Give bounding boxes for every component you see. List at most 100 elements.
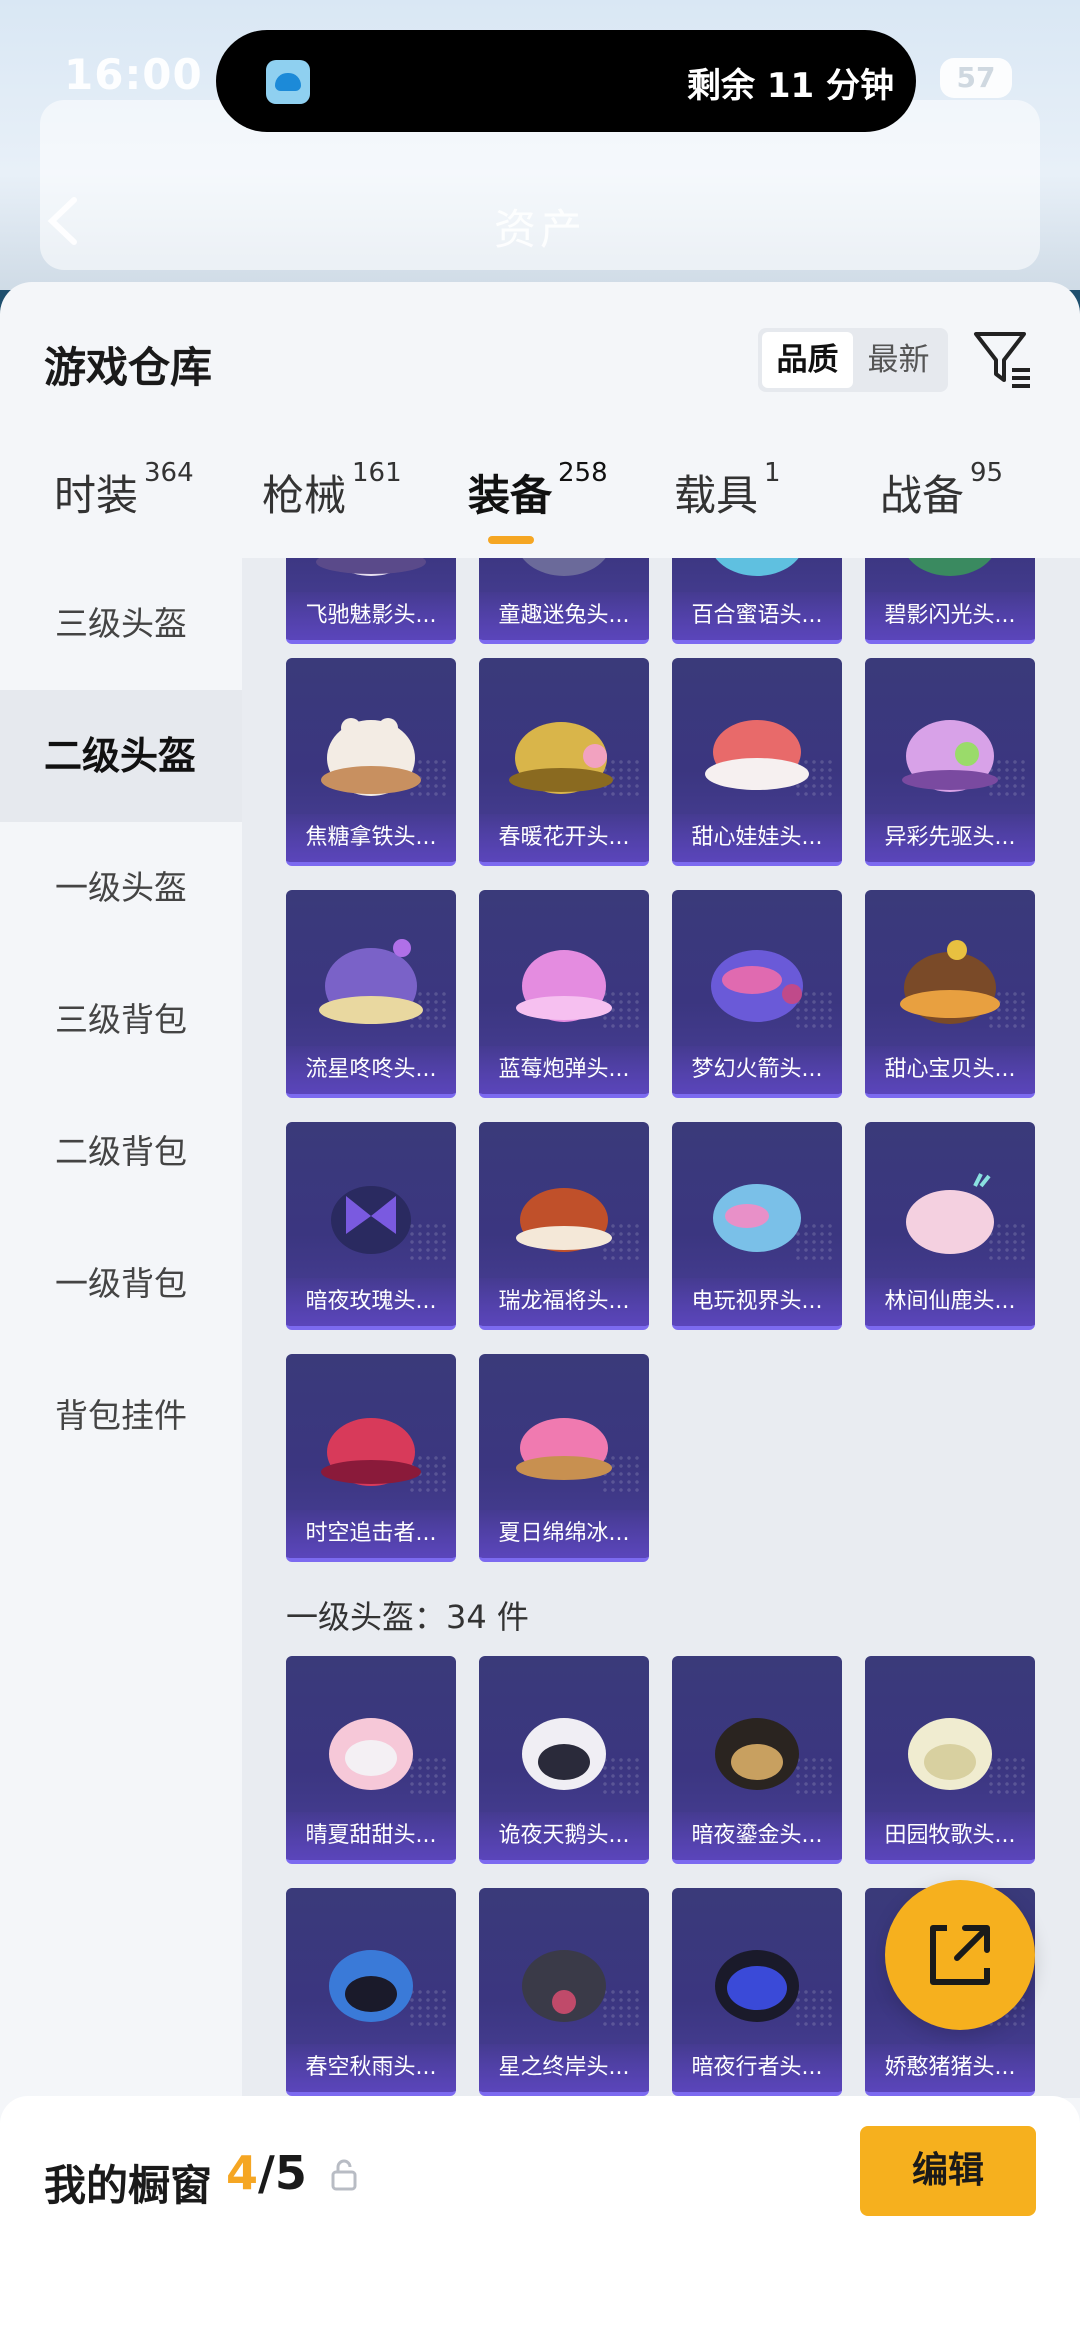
item-card[interactable]: 甜心娃娃头... bbox=[672, 658, 842, 866]
sidebar-item-level1-backpack[interactable]: 一级背包 bbox=[0, 1218, 242, 1350]
item-name: 春暖花开头... bbox=[479, 814, 649, 862]
item-card[interactable]: 异彩先驱头... bbox=[865, 658, 1035, 866]
edit-button[interactable]: 编辑 bbox=[860, 2126, 1036, 2216]
helmet-icon bbox=[908, 558, 992, 576]
tab-count: 95 bbox=[970, 458, 1004, 488]
item-card[interactable]: 蓝莓炮弹头... bbox=[479, 890, 649, 1098]
item-card[interactable]: 诡夜天鹅头... bbox=[479, 1656, 649, 1864]
sidebar-item-backpack-pendant[interactable]: 背包挂件 bbox=[0, 1350, 242, 1482]
helmet-icon bbox=[715, 1950, 799, 2022]
item-card[interactable]: 碧影闪光头... bbox=[865, 558, 1035, 644]
item-card[interactable]: 星之终岸头... bbox=[479, 1888, 649, 2096]
showcase-label: 我的橱窗 bbox=[44, 2161, 213, 2210]
item-card[interactable]: 梦幻火箭头... bbox=[672, 890, 842, 1098]
island-timer: 剩余 11 分钟 bbox=[687, 66, 894, 106]
item-card[interactable]: 暗夜鎏金头... bbox=[672, 1656, 842, 1864]
item-name: 夏日绵绵冰... bbox=[479, 1510, 649, 1558]
item-name: 蓝莓炮弹头... bbox=[479, 1046, 649, 1094]
item-name: 梦幻火箭头... bbox=[672, 1046, 842, 1094]
showcase-bar: 我的橱窗 4/5 编辑 bbox=[0, 2096, 1080, 2341]
tab-fashion[interactable]: 时装 364 bbox=[54, 458, 194, 558]
sort-toggle: 品质 最新 bbox=[758, 328, 948, 392]
helmet-icon bbox=[900, 940, 1000, 1024]
helmet-icon bbox=[522, 558, 606, 576]
item-card[interactable]: 暗夜行者头... bbox=[672, 1888, 842, 2096]
item-card[interactable]: 焦糖拿铁头... bbox=[286, 658, 456, 866]
item-card[interactable]: 春空秋雨头... bbox=[286, 1888, 456, 2096]
item-card[interactable]: 春暖花开头... bbox=[479, 658, 649, 866]
helmet-icon bbox=[321, 718, 421, 796]
tab-equipment[interactable]: 装备 258 bbox=[468, 458, 608, 558]
sidebar-item-level3-backpack[interactable]: 三级背包 bbox=[0, 954, 242, 1086]
sidebar-item-level2-backpack[interactable]: 二级背包 bbox=[0, 1086, 242, 1218]
helmet-icon bbox=[908, 1718, 992, 1790]
helmet-icon bbox=[522, 1950, 606, 2022]
showcase-count-total: /5 bbox=[258, 2146, 307, 2200]
item-name: 瑞龙福将头... bbox=[479, 1278, 649, 1326]
helmet-icon bbox=[316, 558, 426, 576]
helmet-icon bbox=[715, 1718, 799, 1790]
helmet-icon bbox=[715, 558, 799, 576]
status-time: 16:00 bbox=[64, 50, 203, 99]
item-name: 暗夜鎏金头... bbox=[672, 1812, 842, 1860]
sidebar-item-level2-helmet[interactable]: 二级头盔 bbox=[0, 690, 242, 822]
item-card[interactable]: 晴夏甜甜头... bbox=[286, 1656, 456, 1864]
tab-firearms[interactable]: 枪械 161 bbox=[262, 458, 402, 558]
helmet-icon bbox=[516, 1188, 612, 1252]
item-name: 异彩先驱头... bbox=[865, 814, 1035, 862]
helmet-icon bbox=[319, 939, 423, 1024]
item-name: 电玩视界头... bbox=[672, 1278, 842, 1326]
item-card[interactable]: 暗夜玫瑰头... bbox=[286, 1122, 456, 1330]
tab-label: 时装 bbox=[54, 471, 139, 520]
tab-label: 枪械 bbox=[262, 471, 347, 520]
item-card[interactable]: 飞驰魅影头... bbox=[286, 558, 456, 644]
item-name: 飞驰魅影头... bbox=[286, 592, 456, 640]
item-card[interactable]: 流星咚咚头... bbox=[286, 890, 456, 1098]
helmet-icon bbox=[331, 1186, 411, 1254]
helmet-icon bbox=[522, 1718, 606, 1790]
tab-supplies[interactable]: 战备 95 bbox=[880, 458, 1003, 558]
share-button[interactable] bbox=[885, 1880, 1035, 2030]
app-icon bbox=[266, 60, 310, 104]
lock-icon bbox=[331, 2159, 357, 2191]
share-icon bbox=[930, 1925, 990, 1985]
category-tabs: 时装 364 枪械 161 装备 258 载具 1 战备 95 bbox=[0, 458, 1080, 558]
item-name: 林间仙鹿头... bbox=[865, 1278, 1035, 1326]
item-name: 诡夜天鹅头... bbox=[479, 1812, 649, 1860]
helmet-icon bbox=[705, 720, 809, 790]
item-name: 娇憨猪猪头... bbox=[865, 2044, 1035, 2092]
item-card[interactable]: 甜心宝贝头... bbox=[865, 890, 1035, 1098]
tab-label: 战备 bbox=[880, 471, 965, 520]
item-card[interactable]: 电玩视界头... bbox=[672, 1122, 842, 1330]
tab-label: 载具 bbox=[674, 471, 759, 520]
sort-option-quality[interactable]: 品质 bbox=[762, 332, 853, 388]
item-card[interactable]: 童趣迷兔头... bbox=[479, 558, 649, 644]
tab-count: 1 bbox=[764, 458, 781, 488]
sidebar: 三级头盔 二级头盔 一级头盔 三级背包 二级背包 一级背包 背包挂件 bbox=[0, 558, 242, 2098]
section-label-level1: 一级头盔：34 件 bbox=[286, 1598, 529, 1636]
sidebar-item-level3-helmet[interactable]: 三级头盔 bbox=[0, 558, 242, 690]
filter-icon[interactable] bbox=[972, 326, 1032, 390]
dynamic-island[interactable]: 剩余 11 分钟 bbox=[216, 30, 916, 132]
showcase-count-current: 4 bbox=[226, 2146, 259, 2200]
helmet-icon bbox=[329, 1718, 413, 1790]
item-card[interactable]: 瑞龙福将头... bbox=[479, 1122, 649, 1330]
item-card[interactable]: 百合蜜语头... bbox=[672, 558, 842, 644]
item-name: 甜心娃娃头... bbox=[672, 814, 842, 862]
sidebar-item-level1-helmet[interactable]: 一级头盔 bbox=[0, 822, 242, 954]
helmet-icon bbox=[902, 720, 998, 792]
tab-count: 258 bbox=[558, 458, 608, 488]
tab-vehicles[interactable]: 载具 1 bbox=[674, 458, 781, 558]
item-card[interactable]: 夏日绵绵冰... bbox=[479, 1354, 649, 1562]
showcase-count: 4/5 bbox=[226, 2146, 307, 2200]
item-name: 暗夜行者头... bbox=[672, 2044, 842, 2092]
item-name: 碧影闪光头... bbox=[865, 592, 1035, 640]
item-card[interactable]: 田园牧歌头... bbox=[865, 1656, 1035, 1864]
item-name: 暗夜玫瑰头... bbox=[286, 1278, 456, 1326]
sort-option-newest[interactable]: 最新 bbox=[853, 332, 944, 388]
item-name: 焦糖拿铁头... bbox=[286, 814, 456, 862]
item-grid: 飞驰魅影头... 童趣迷兔头... 百合蜜语头... 碧影闪光头... 焦糖拿铁… bbox=[242, 558, 1080, 2098]
item-card[interactable]: 时空追击者... bbox=[286, 1354, 456, 1562]
item-card[interactable]: 林间仙鹿头... bbox=[865, 1122, 1035, 1330]
item-name: 甜心宝贝头... bbox=[865, 1046, 1035, 1094]
